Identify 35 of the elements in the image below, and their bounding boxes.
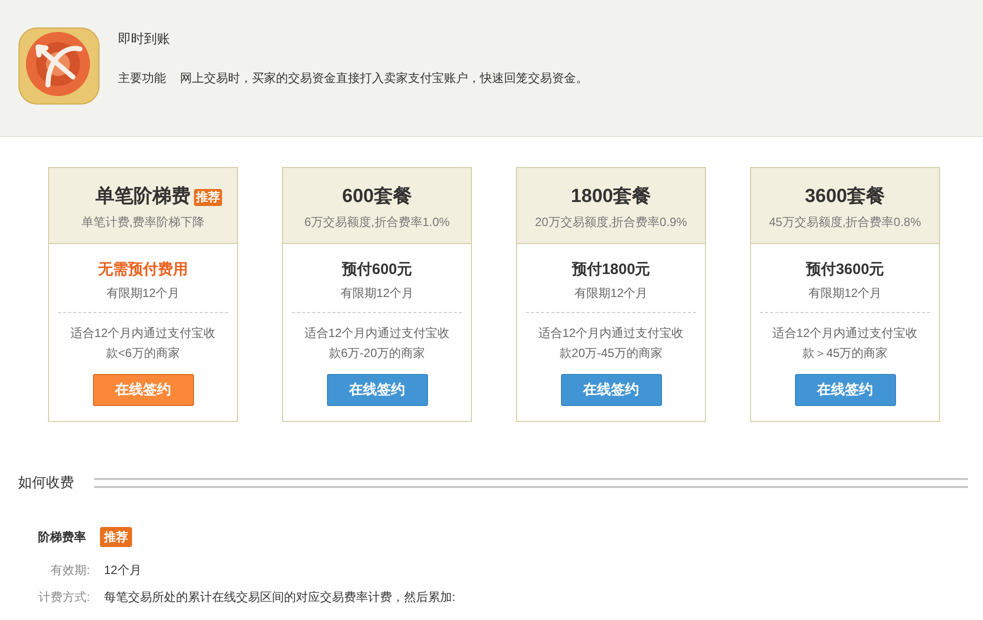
plan-description: 适合12个月内通过支付宝收款<6万的商家 (69, 324, 217, 362)
plan-description: 适合12个月内通过支付宝收款20万-45万的商家 (537, 324, 685, 362)
sign-online-button[interactable]: 在线签约 (794, 374, 896, 406)
feature-description: 网上交易时，买家的交易资金直接打入卖家支付宝账户，快速回笼交易资金。 (180, 70, 588, 86)
plan-validity: 有限期12个月 (574, 284, 648, 302)
plan-title: 600套餐 (342, 185, 412, 209)
plan-price: 预付600元 (342, 260, 412, 280)
plan-title: 1800套餐 (570, 185, 652, 209)
sign-online-button[interactable]: 在线签约 (560, 374, 662, 406)
field-value: 12个月 (104, 562, 142, 579)
plan-name: 阶梯费率 (38, 529, 86, 546)
plan-validity: 有限期12个月 (340, 284, 414, 302)
plan-title: 3600套餐 (804, 185, 886, 209)
product-title: 即时到账 (118, 30, 171, 48)
plan-validity: 有限期12个月 (106, 284, 180, 302)
sign-online-button[interactable]: 在线签约 (326, 374, 428, 406)
plan-subtitle: 单笔计费,费率阶梯下降 (81, 214, 205, 231)
plan-title: 单笔阶梯费 (96, 185, 190, 209)
plan-price: 预付3600元 (806, 260, 884, 280)
plan-subtitle: 20万交易额度,折合费率0.9% (534, 214, 688, 231)
field-label: 计费方式: (38, 589, 91, 606)
feature-label: 主要功能 (118, 70, 166, 86)
plan-description: 适合12个月内通过支付宝收款＞45万的商家 (771, 324, 919, 362)
section-heading: 如何收费 (18, 473, 74, 492)
plan-description: 适合12个月内通过支付宝收款6万-20万的商家 (303, 324, 451, 362)
plan-price: 无需预付费用 (98, 260, 188, 280)
sign-online-button[interactable]: 在线签约 (92, 374, 194, 406)
field-label: 有效期: (50, 562, 91, 579)
plan-subtitle: 45万交易额度,折合费率0.8% (768, 214, 922, 231)
recommended-badge: 推荐 (194, 189, 222, 206)
plan-price: 预付1800元 (572, 260, 650, 280)
plan-subtitle: 6万交易额度,折合费率1.0% (304, 214, 450, 231)
field-value: 每笔交易所处的累计在线交易区间的对应交易费率计费，然后累加: (104, 589, 456, 606)
recommended-badge: 推荐 (100, 527, 132, 547)
plan-validity: 有限期12个月 (808, 284, 882, 302)
